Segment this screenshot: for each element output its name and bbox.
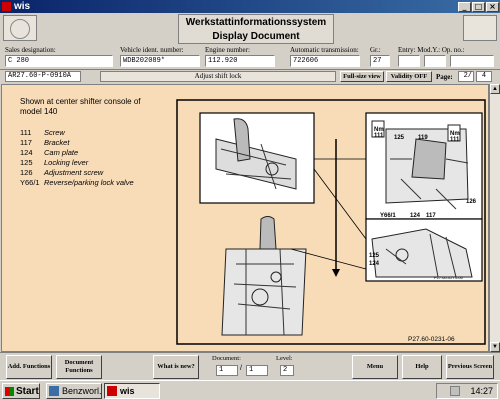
label-111-b: 111 — [450, 137, 460, 143]
label-126: 126 — [466, 199, 477, 205]
what-is-new-button[interactable]: What is new? — [153, 355, 199, 379]
system-tray: 14:27 — [436, 383, 498, 399]
sales-designation-label: Sales designation: — [5, 46, 56, 54]
document-counter-label: Document: — [212, 355, 241, 362]
minimize-button[interactable]: _ — [458, 1, 471, 12]
document-functions-button[interactable]: Document Functions — [56, 355, 102, 379]
vehicle-ident-field[interactable]: WDB202089* — [120, 55, 200, 67]
validity-button[interactable]: Validity OFF — [386, 71, 432, 82]
engine-number-label: Engine number: — [205, 46, 250, 54]
network-icon[interactable] — [450, 386, 461, 396]
vertical-scrollbar[interactable]: ▲ ▼ — [489, 84, 500, 352]
full-size-view-button[interactable]: Full-size view — [340, 71, 384, 82]
engine-number-field[interactable]: 112.920 — [205, 55, 275, 67]
label-125: 125 — [394, 135, 405, 141]
add-functions-button[interactable]: Add. Functions — [6, 355, 52, 379]
bottom-toolbar: Add. Functions Document Functions What i… — [0, 352, 500, 380]
sales-designation-field[interactable]: C 280 — [5, 55, 113, 67]
legend-item: 124 Cam plate — [20, 148, 134, 158]
mercedes-logo — [3, 15, 37, 41]
scroll-up-icon[interactable]: ▲ — [490, 84, 500, 94]
page-label: Page: — [436, 73, 453, 81]
document-separator: / — [240, 365, 242, 372]
legend-text: Locking lever — [44, 158, 89, 167]
task-label: Benzworl... — [62, 386, 102, 396]
menu-button[interactable]: Menu — [352, 355, 398, 379]
label-124: 124 — [410, 213, 421, 219]
window-title: wis — [14, 1, 31, 12]
document-title: Adjust shift lock — [100, 71, 336, 82]
group-field[interactable]: 27 — [370, 55, 390, 67]
parts-legend: 111 Screw 117 Bracket 124 Cam plate 125 Locking… — [20, 128, 134, 188]
automatic-transmission-field[interactable]: 722606 — [290, 55, 360, 67]
label-117: 117 — [426, 213, 436, 219]
document-total: 1 — [246, 365, 268, 376]
document-bar: AR27.60-P-0910A Adjust shift lock Full-s… — [0, 69, 500, 83]
mod-year-field[interactable] — [424, 55, 446, 67]
legend-text: Bracket — [44, 138, 70, 147]
group-label: Gr.: — [370, 46, 381, 54]
legend-number: Y66/1 — [20, 178, 40, 187]
vehicle-info-row: Sales designation: C 280 Vehicle ident. … — [0, 45, 500, 69]
wis-icon — [107, 386, 117, 396]
scroll-down-icon[interactable]: ▼ — [490, 342, 500, 352]
shift-lock-drawing: Nm 111 125 119 Nm 111 Y66/1 124 117 126 … — [176, 99, 486, 345]
app-header: Werkstattinformationssystem Display Docu… — [0, 13, 500, 45]
brand-logo — [463, 15, 497, 41]
drawing-reference: P27.60-0231-06 — [408, 336, 455, 343]
label-124-b: 124 — [369, 261, 380, 267]
vehicle-ident-label: Vehicle ident. number: — [120, 46, 184, 54]
label-111-a: 111 — [374, 133, 384, 139]
legend-item: 126 Adjustment screw — [20, 168, 134, 178]
help-button[interactable]: Help — [402, 355, 442, 379]
label-119: 119 — [418, 135, 428, 141]
legend-number: 126 — [20, 168, 33, 177]
task-benzworld[interactable]: Benzworl... — [46, 383, 102, 399]
clock: 14:27 — [470, 386, 493, 396]
maximize-button[interactable]: □ — [472, 1, 485, 12]
document-content: Shown at center shifter console of model… — [1, 84, 489, 352]
entry-field[interactable] — [398, 55, 420, 67]
app-title: Werkstattinformationssystem — [185, 17, 327, 28]
legend-number: 111 — [20, 128, 32, 137]
app-icon — [2, 2, 11, 11]
label-125-b: 125 — [369, 253, 380, 259]
app-title-box: Werkstattinformationssystem Display Docu… — [178, 14, 334, 44]
document-id: AR27.60-P-0910A — [5, 71, 81, 82]
legend-text: Reverse/parking lock valve — [44, 178, 134, 187]
task-label: wis — [120, 386, 135, 396]
page-current: 2/ — [458, 71, 474, 82]
task-wis[interactable]: wis — [104, 383, 160, 399]
legend-number: 125 — [20, 158, 33, 167]
legend-item: 111 Screw — [20, 128, 134, 138]
entry-label: Entry: Mod.Y.: Op. no.: — [398, 46, 465, 54]
label-y66: Y66/1 — [380, 213, 396, 219]
start-button[interactable]: Start — [2, 383, 40, 399]
page-total: 4 — [476, 71, 492, 82]
automatic-transmission-label: Automatic transmission: — [290, 46, 359, 54]
legend-text: Screw — [44, 128, 65, 137]
legend-number: 124 — [20, 148, 33, 157]
legend-item: Y66/1 Reverse/parking lock valve — [20, 178, 134, 188]
windows-logo-icon — [5, 386, 14, 396]
level-label: Level: — [276, 355, 293, 362]
browser-icon — [49, 386, 59, 396]
windows-taskbar: Start Benzworl... wis 14:27 — [0, 380, 500, 400]
app-subtitle: Display Document — [212, 31, 300, 42]
previous-screen-button[interactable]: Previous Screen — [446, 355, 494, 379]
legend-text: Adjustment screw — [44, 168, 104, 177]
label-inset-ref: P27.60-0274-06 — [434, 275, 463, 280]
close-button[interactable]: × — [486, 1, 499, 12]
window-titlebar: wis _ □ × — [0, 0, 500, 13]
document-current: 1 — [216, 365, 238, 376]
content-heading: Shown at center shifter console of model… — [20, 97, 141, 116]
op-no-field[interactable] — [450, 55, 494, 67]
legend-item: 125 Locking lever — [20, 158, 134, 168]
legend-number: 117 — [20, 138, 32, 147]
level-value: 2 — [280, 365, 294, 376]
legend-item: 117 Bracket — [20, 138, 134, 148]
start-label: Start — [16, 385, 39, 397]
legend-text: Cam plate — [44, 148, 79, 157]
